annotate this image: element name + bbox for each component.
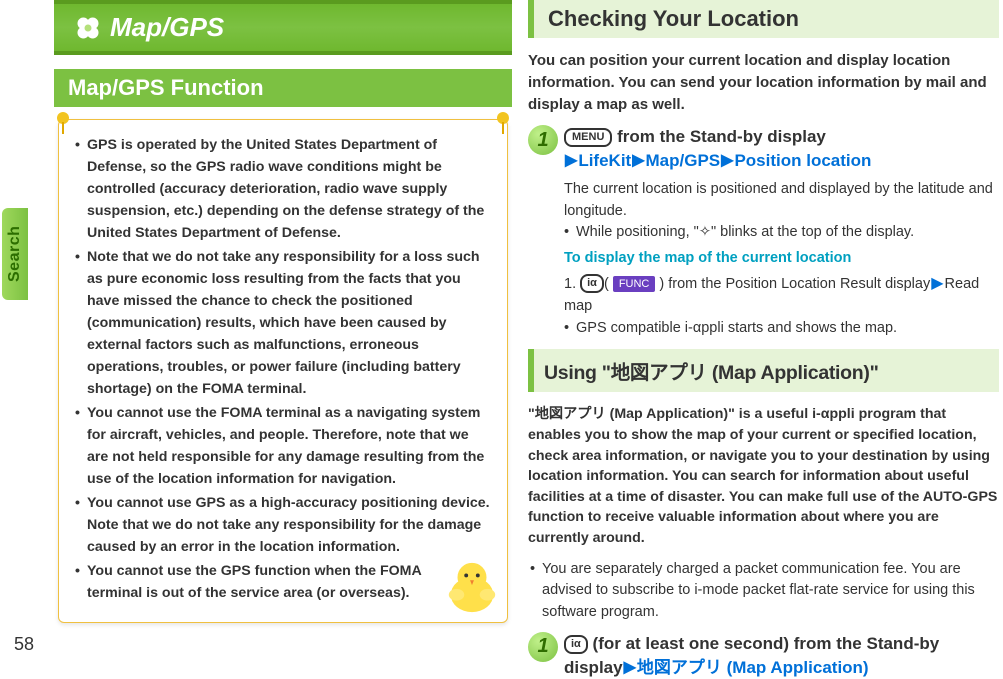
right-column: Checking Your Location You can position … xyxy=(520,0,1003,663)
search-tab: Search xyxy=(2,208,28,300)
ir-key-icon: iα xyxy=(564,635,588,654)
clover-icon xyxy=(74,14,102,42)
caution-item: You cannot use the GPS function when the… xyxy=(75,560,491,604)
step-number-1: 1 xyxy=(528,125,558,155)
chapter-banner: Map/GPS xyxy=(54,0,512,55)
substep-1-number: 1. xyxy=(564,276,580,292)
breadcrumb-arrow-icon: ▶ xyxy=(624,657,636,679)
nav-lifekit: LifeKit xyxy=(578,151,631,170)
caution-item: You cannot use GPS as a high-accuracy po… xyxy=(75,492,491,558)
section-heading-using-map-app: Using "地図アプリ (Map Application)" xyxy=(528,349,999,392)
caution-list: GPS is operated by the United States Dep… xyxy=(75,134,491,604)
step-1-body: The current location is positioned and d… xyxy=(564,179,999,223)
using-map-app-intro: "地図アプリ (Map Application)" is a useful i-… xyxy=(528,404,999,548)
chapter-title: Map/GPS xyxy=(110,12,224,42)
step-1: 1 MENU from the Stand-by display ▶LifeKi… xyxy=(528,125,999,173)
substep-1-text: from the Position Location Result displa… xyxy=(664,276,930,292)
step-1-prefix: from the Stand-by display xyxy=(612,127,825,146)
breadcrumb-arrow-icon: ▶ xyxy=(931,272,943,296)
section-heading-map-gps-function: Map/GPS Function xyxy=(54,69,512,107)
step-1-details: The current location is positioned and d… xyxy=(564,179,999,340)
substep-1: 1. iα( FUNC ) from the Position Location… xyxy=(564,272,999,318)
packet-fee-note: You are separately charged a packet comm… xyxy=(528,559,999,624)
nav-map-application: 地図アプリ (Map Application) xyxy=(637,658,869,677)
chick-icon xyxy=(443,558,501,616)
menu-key-icon: MENU xyxy=(564,128,612,147)
caution-item: Note that we do not take any responsibil… xyxy=(75,246,491,400)
pin-icon xyxy=(55,112,71,136)
page-number: 58 xyxy=(14,634,34,655)
breadcrumb-arrow-icon: ▶ xyxy=(565,150,577,172)
caution-item: GPS is operated by the United States Dep… xyxy=(75,134,491,244)
checking-location-intro: You can position your current location a… xyxy=(528,50,999,115)
manual-page: Search 58 Map/GPS Map/GPS Function xyxy=(0,0,1003,663)
left-column: Map/GPS Map/GPS Function GPS is operated… xyxy=(50,0,520,663)
step-1-map-app: 1 iα (for at least one second) from the … xyxy=(528,632,999,679)
substep-2: GPS compatible i-αppli starts and shows … xyxy=(564,318,999,340)
ir-key-icon: iα xyxy=(580,274,604,293)
breadcrumb-arrow-icon: ▶ xyxy=(632,150,644,172)
caution-card: GPS is operated by the United States Dep… xyxy=(58,119,508,623)
step-number-1: 1 xyxy=(528,632,558,662)
caution-item: You cannot use the FOMA terminal as a na… xyxy=(75,402,491,490)
pin-icon xyxy=(495,112,511,136)
breadcrumb-arrow-icon: ▶ xyxy=(721,150,733,172)
sidebar: Search 58 xyxy=(0,0,50,663)
nav-position-location: Position location xyxy=(734,151,871,170)
nav-map-gps: Map/GPS xyxy=(646,151,721,170)
map-display-subheading: To display the map of the current locati… xyxy=(564,248,999,270)
section-heading-checking-location: Checking Your Location xyxy=(528,0,999,38)
step-1-note: While positioning, "✧" blinks at the top… xyxy=(564,222,999,244)
func-badge: FUNC xyxy=(613,276,656,293)
step-1-instruction: MENU from the Stand-by display ▶LifeKit▶… xyxy=(564,125,999,173)
step-1-map-app-instruction: iα (for at least one second) from the St… xyxy=(564,632,999,679)
